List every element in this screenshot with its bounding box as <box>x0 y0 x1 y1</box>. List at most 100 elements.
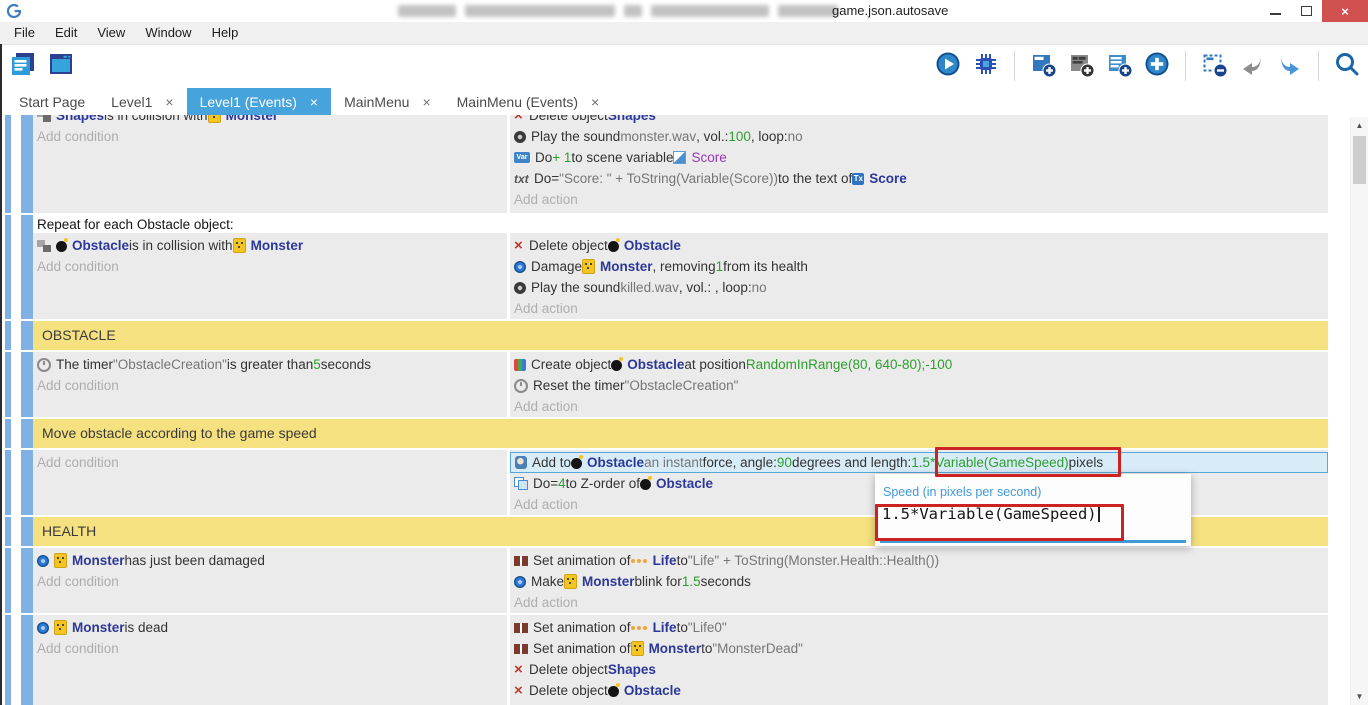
action-line[interactable]: Delete object Shapes <box>510 659 1328 680</box>
tab-level1[interactable]: Level1× <box>98 88 186 115</box>
add-subevent-button[interactable] <box>1104 51 1134 81</box>
event-indent-bar <box>5 450 11 515</box>
add-action-button[interactable]: Add action <box>510 298 1328 319</box>
action-line[interactable]: Reset the timer "ObstacleCreation" <box>510 375 1328 396</box>
action-line[interactable]: Damage Monster, removing 1 from its heal… <box>510 256 1328 277</box>
add-condition-button[interactable]: Add condition <box>33 638 507 659</box>
add-new-button[interactable] <box>1142 51 1172 81</box>
scroll-up-arrow[interactable]: ▲ <box>1351 117 1368 134</box>
bomb-icon <box>571 458 582 469</box>
debug-button[interactable] <box>971 51 1001 81</box>
tab-close-icon[interactable]: × <box>165 95 173 109</box>
search-button[interactable] <box>1332 51 1362 81</box>
annotation-box-expression <box>935 447 1121 477</box>
add-condition-button[interactable]: Add condition <box>33 571 507 592</box>
action-line[interactable]: Create object Obstacle at position Rando… <box>510 354 1328 375</box>
menu-item-edit[interactable]: Edit <box>45 22 87 44</box>
sentence-text: "Score: " + ToString(Variable(Score)) <box>559 171 778 186</box>
action-line[interactable]: Play the sound monster.wav, vol.: 100, l… <box>510 126 1328 147</box>
tab-mainmenu-events[interactable]: MainMenu (Events)× <box>444 88 613 115</box>
collision-icon <box>37 240 51 252</box>
scroll-down-arrow[interactable]: ▼ <box>1351 688 1368 705</box>
play-button[interactable] <box>933 51 963 81</box>
sentence-text: Score <box>691 150 726 165</box>
add-action-button[interactable]: Add action <box>510 592 1328 613</box>
menu-item-help[interactable]: Help <box>202 22 249 44</box>
action-line[interactable]: Do = "Score: " + ToString(Variable(Score… <box>510 168 1328 189</box>
add-action-button[interactable]: Add action <box>510 396 1328 417</box>
restore-button[interactable] <box>1291 0 1322 22</box>
add-condition-button[interactable]: Add condition <box>33 452 507 473</box>
bomb-icon <box>608 241 619 252</box>
condition-line[interactable]: The timer "ObstacleCreation" is greater … <box>33 354 507 375</box>
action-line[interactable]: Delete object Obstacle <box>510 680 1328 701</box>
undo-button[interactable] <box>1237 51 1267 81</box>
condition-line[interactable]: Monster is dead <box>33 617 507 638</box>
project-manager-icon <box>9 50 37 83</box>
selected-action-line[interactable]: Add to Obstacle an instant force, angle:… <box>510 452 1328 473</box>
tab-close-icon[interactable]: × <box>422 95 430 109</box>
event-indent-bar <box>21 321 33 350</box>
action-line[interactable]: Set animation of Monster to "MonsterDead… <box>510 638 1328 659</box>
sentence-text: an instant <box>644 455 703 470</box>
action-line[interactable]: Make Monster blink for 1.5 seconds <box>510 571 1328 592</box>
scene-editor-button[interactable] <box>46 51 76 81</box>
toolbar-divider <box>1014 51 1015 81</box>
banner-obstacle[interactable]: OBSTACLE <box>33 321 1328 350</box>
repeat-event-header[interactable]: Repeat for each Obstacle object: <box>33 215 1328 233</box>
project-manager-button[interactable] <box>8 51 38 81</box>
events-sheet: Shapes is in collision with MonsterAdd c… <box>0 115 1351 705</box>
add-comment-button[interactable] <box>1066 51 1096 81</box>
debug-icon <box>973 51 999 82</box>
add-condition-button[interactable]: Add condition <box>33 256 507 277</box>
vertical-scrollbar[interactable]: ▲ ▼ <box>1350 117 1368 705</box>
minimize-icon <box>1270 13 1281 15</box>
action-line[interactable]: Set animation of Life to "Life" + ToStri… <box>510 550 1328 571</box>
redo-button[interactable] <box>1275 51 1305 81</box>
sentence-text: Delete object <box>529 115 608 123</box>
add-event-button[interactable] <box>1028 51 1058 81</box>
scrollbar-thumb[interactable] <box>1353 136 1366 184</box>
minimize-button[interactable] <box>1260 0 1291 22</box>
condition-line[interactable]: Obstacle is in collision with Monster <box>33 235 507 256</box>
sentence-text: Obstacle <box>627 357 684 372</box>
menu-item-file[interactable]: File <box>4 22 45 44</box>
action-line[interactable]: Play the sound killed.wav, vol.: , loop:… <box>510 277 1328 298</box>
tab-close-icon[interactable]: × <box>310 95 318 109</box>
sentence-text: Shapes <box>56 115 104 123</box>
add-action-button[interactable]: Add action <box>510 701 1328 705</box>
menu-item-window[interactable]: Window <box>135 22 201 44</box>
sentence-text: Add to <box>532 455 571 470</box>
scenevar-icon <box>673 151 686 164</box>
tab-close-icon[interactable]: × <box>591 95 599 109</box>
x-icon <box>514 662 526 677</box>
add-condition-button[interactable]: Add condition <box>33 126 507 147</box>
monster-icon <box>564 574 577 589</box>
tab-start-page[interactable]: Start Page <box>6 88 98 115</box>
toolbar <box>0 45 1368 88</box>
sentence-text: degrees and length: <box>792 455 911 470</box>
monster-icon <box>208 115 221 123</box>
close-button[interactable]: × <box>1322 0 1368 22</box>
sentence-text: Damage <box>531 259 582 274</box>
tab-level1-events[interactable]: Level1 (Events)× <box>187 88 331 115</box>
event-indent-bar <box>21 115 33 213</box>
banner-move-obstacle-according-to-the[interactable]: Move obstacle according to the game spee… <box>33 419 1328 448</box>
action-line[interactable]: Set animation of Life to "Life0" <box>510 617 1328 638</box>
event-indent-bar <box>5 419 11 448</box>
menu-item-view[interactable]: View <box>87 22 135 44</box>
remove-event-button[interactable] <box>1199 51 1229 81</box>
add-action-button[interactable]: Add action <box>510 189 1328 210</box>
add-condition-button[interactable]: Add condition <box>33 375 507 396</box>
action-line[interactable]: Delete object Obstacle <box>510 235 1328 256</box>
tab-mainmenu[interactable]: MainMenu× <box>331 88 444 115</box>
add-new-icon <box>1144 51 1170 82</box>
condition-line[interactable]: Shapes is in collision with Monster <box>33 115 507 126</box>
sentence-text: "MonsterDead" <box>712 641 803 656</box>
sentence-text: Obstacle <box>656 476 713 491</box>
actions-column: Delete object ObstacleDamage Monster, re… <box>510 233 1328 319</box>
action-line[interactable]: Do + 1 to scene variable Score <box>510 147 1328 168</box>
sentence-text: Set animation of <box>533 553 631 568</box>
action-line[interactable]: Delete object Shapes <box>510 115 1328 126</box>
condition-line[interactable]: Monster has just been damaged <box>33 550 507 571</box>
